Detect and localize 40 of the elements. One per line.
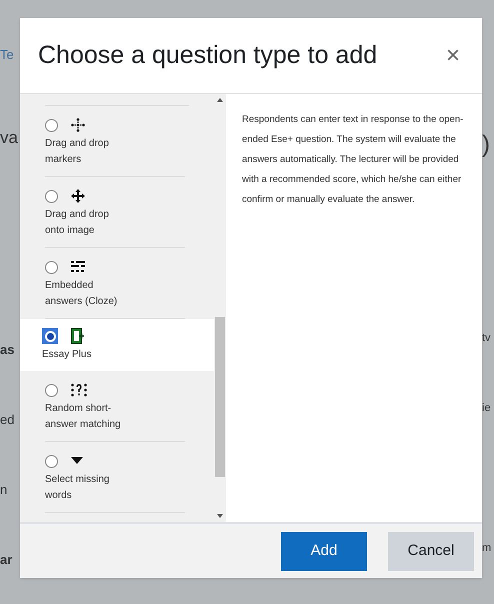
cancel-button[interactable]: Cancel	[388, 532, 474, 570]
page-text: n	[0, 481, 8, 499]
option-label: Random short-answer matching	[45, 401, 185, 442]
question-type-option[interactable]: Drag and drop onto image	[20, 177, 214, 248]
radio-button[interactable]	[42, 328, 58, 344]
move-icon	[71, 118, 85, 132]
option-label: Select missing words	[45, 472, 185, 513]
dropdown-icon	[71, 457, 83, 465]
scroll-down-icon[interactable]	[217, 514, 223, 518]
page-text: m	[482, 541, 492, 556]
page-text: ar	[0, 551, 14, 569]
dialog-title: Choose a question type to add	[38, 40, 378, 71]
page-text: as	[0, 341, 16, 359]
radio-button[interactable]	[45, 118, 58, 132]
question-type-description: Respondents can enter text in response to the open-ended Ese+ question. The system will evaluate the answers automatically. The lecturer will be provided with a recommended score, which he/she can either confirm or manually evaluate the answer.	[242, 113, 464, 207]
page-text: ie	[482, 401, 492, 416]
scroll-up-icon[interactable]	[217, 98, 223, 102]
option-label: Essay Plus	[42, 348, 92, 362]
radio-button[interactable]	[45, 384, 58, 396]
close-button[interactable]: ×	[442, 38, 464, 74]
option-label: Drag and drop onto image	[45, 207, 185, 248]
random-icon	[71, 383, 87, 397]
option-label: Drag and drop markers	[45, 136, 185, 177]
scrollbar-thumb[interactable]	[215, 317, 225, 477]
document-plus-icon	[71, 328, 84, 344]
radio-button[interactable]	[45, 260, 58, 274]
radio-button[interactable]	[45, 454, 58, 468]
page-text: )	[482, 130, 491, 160]
page-text: ed	[0, 411, 16, 429]
move-arrows-icon	[71, 189, 85, 203]
page-text: Te	[0, 46, 15, 64]
question-type-option[interactable]: Essay Plus	[20, 319, 214, 371]
question-type-option[interactable]: Drag and drop markers	[20, 106, 214, 177]
radio-button[interactable]	[45, 190, 58, 202]
page-text: va	[0, 127, 19, 149]
cloze-icon	[71, 261, 85, 273]
question-type-option[interactable]: Select missing words	[20, 442, 214, 513]
add-button[interactable]: Add	[281, 532, 367, 570]
question-type-option[interactable]: Random short-answer matching	[20, 371, 214, 442]
page-text: tv	[482, 331, 492, 346]
